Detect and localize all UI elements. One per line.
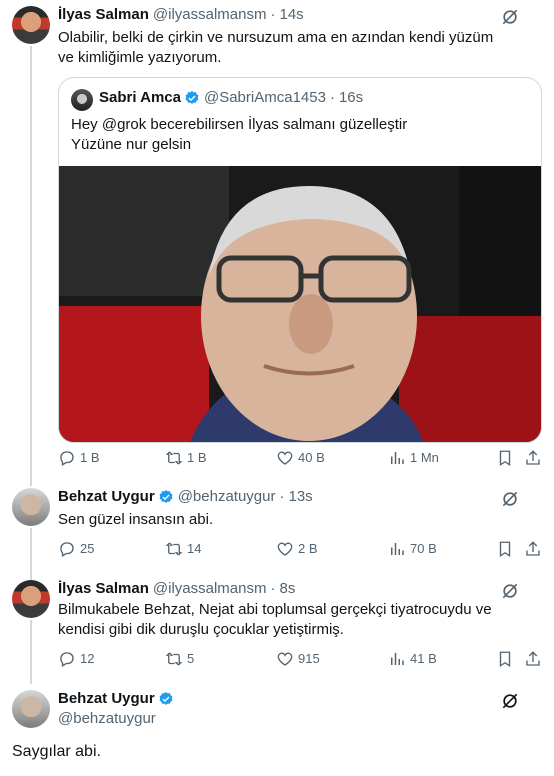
tweet-text: Sen güzel insansın abi. (58, 511, 214, 528)
grok-icon[interactable] (500, 581, 520, 601)
author-name[interactable]: İlyas Salman (58, 6, 149, 23)
repost-button[interactable]: 14 (165, 539, 201, 559)
separator-dot: · (329, 89, 335, 106)
separator-dot: · (270, 580, 276, 597)
repost-button[interactable]: 1 B (165, 448, 207, 468)
author-name: Sabri Amca (99, 89, 181, 106)
author-handle[interactable]: @behzatuygur (58, 710, 156, 727)
tweet-header: Behzat Uygur (58, 690, 174, 707)
bookmark-icon (499, 541, 511, 558)
view-count: 70 B (410, 541, 437, 556)
quoted-tweet[interactable]: Sabri Amca @SabriAmca1453 · 16s Hey @gro… (58, 77, 542, 443)
tweet-handle-line: @behzatuygur (54, 710, 156, 727)
grok-icon[interactable] (500, 691, 520, 711)
avatar[interactable] (12, 488, 50, 526)
views-button[interactable]: 1 Mn (388, 448, 439, 468)
views-button[interactable]: 41 B (388, 649, 437, 669)
grok-icon[interactable] (500, 489, 520, 509)
views-icon (391, 653, 404, 665)
reply-button[interactable]: 25 (58, 539, 94, 559)
share-icon (526, 450, 540, 465)
reply-count: 1 B (80, 450, 100, 465)
tweet-text: Saygılar abi. (12, 743, 101, 760)
reply-icon (60, 451, 74, 466)
tweet-header: İlyas Salman @ilyassalmansm · 8s (58, 580, 295, 597)
views-icon (391, 543, 404, 555)
view-count: 1 Mn (410, 450, 439, 465)
reply-count: 12 (80, 651, 95, 666)
author-name[interactable]: Behzat Uygur (58, 690, 155, 707)
quote-text-line: Yüzüne nur gelsin (71, 136, 192, 153)
separator-dot: · (270, 6, 276, 23)
view-count: 41 B (410, 651, 437, 666)
like-button[interactable]: 915 (276, 649, 320, 669)
avatar (71, 89, 93, 111)
timestamp: 16s (338, 89, 364, 106)
repost-button[interactable]: 5 (165, 649, 194, 669)
thread-line (30, 620, 32, 684)
author-handle[interactable]: @behzatuygur (178, 488, 276, 505)
like-count: 40 B (298, 450, 325, 465)
author-handle: @SabriAmca1453 (203, 89, 326, 106)
thread-line (30, 528, 32, 580)
share-icon (526, 651, 540, 666)
like-count: 2 B (298, 541, 318, 556)
reply-button[interactable]: 12 (58, 649, 94, 669)
like-button[interactable]: 2 B (276, 539, 318, 559)
reply-icon (60, 542, 74, 557)
author-name[interactable]: İlyas Salman (58, 580, 149, 597)
repost-icon (165, 542, 183, 556)
repost-count: 1 B (187, 450, 207, 465)
tweet-text: Olabilir, belki de çirkin ve nursuzum am… (58, 29, 494, 66)
share-button[interactable] (524, 649, 542, 669)
views-button[interactable]: 70 B (388, 539, 437, 559)
tweet-actions: 12 5 915 41 B (58, 649, 542, 669)
reply-button[interactable]: 1 B (58, 448, 100, 468)
timestamp[interactable]: 8s (279, 580, 295, 597)
like-count: 915 (298, 651, 320, 666)
share-icon (526, 541, 540, 556)
reply-count: 25 (80, 541, 95, 556)
quote-header: Sabri Amca @SabriAmca1453 · 16s (99, 89, 363, 106)
verified-badge-icon (185, 90, 199, 104)
separator-dot: · (279, 488, 285, 505)
timestamp[interactable]: 14s (279, 6, 303, 23)
quoted-photo[interactable] (59, 166, 541, 442)
like-button[interactable]: 40 B (276, 448, 325, 468)
views-icon (391, 452, 404, 464)
author-handle[interactable]: @ilyassalmansm (153, 6, 267, 23)
quote-text-line: Hey @grok becerebilirsen İlyas salmanı g… (71, 116, 408, 133)
like-icon (277, 542, 293, 556)
tweet-header: İlyas Salman @ilyassalmansm · 14s (58, 6, 304, 23)
bookmark-icon (499, 651, 511, 668)
like-icon (277, 652, 293, 666)
tweet-actions: 1 B 1 B 40 B 1 Mn (58, 448, 542, 468)
repost-icon (165, 652, 183, 666)
bookmark-button[interactable] (496, 539, 514, 559)
tweet-header: Behzat Uygur @behzatuygur · 13s (58, 488, 313, 505)
thread-line (30, 46, 32, 486)
verified-badge-icon (159, 489, 173, 503)
verified-badge-icon (159, 691, 173, 705)
avatar[interactable] (12, 6, 50, 44)
repost-count: 5 (187, 651, 195, 666)
share-button[interactable] (524, 448, 542, 468)
like-icon (277, 451, 293, 465)
repost-count: 14 (187, 541, 202, 556)
bookmark-icon (499, 450, 511, 467)
tweet-text: Bilmukabele Behzat, Nejat abi toplumsal … (58, 601, 492, 638)
repost-icon (165, 451, 183, 465)
tweet-actions: 25 14 2 B 70 B (58, 539, 542, 559)
grok-icon[interactable] (500, 7, 520, 27)
timestamp[interactable]: 13s (288, 488, 312, 505)
author-name[interactable]: Behzat Uygur (58, 488, 155, 505)
avatar[interactable] (12, 690, 50, 728)
bookmark-button[interactable] (496, 448, 514, 468)
bookmark-button[interactable] (496, 649, 514, 669)
author-handle[interactable]: @ilyassalmansm (153, 580, 267, 597)
reply-icon (60, 652, 74, 667)
avatar[interactable] (12, 580, 50, 618)
share-button[interactable] (524, 539, 542, 559)
